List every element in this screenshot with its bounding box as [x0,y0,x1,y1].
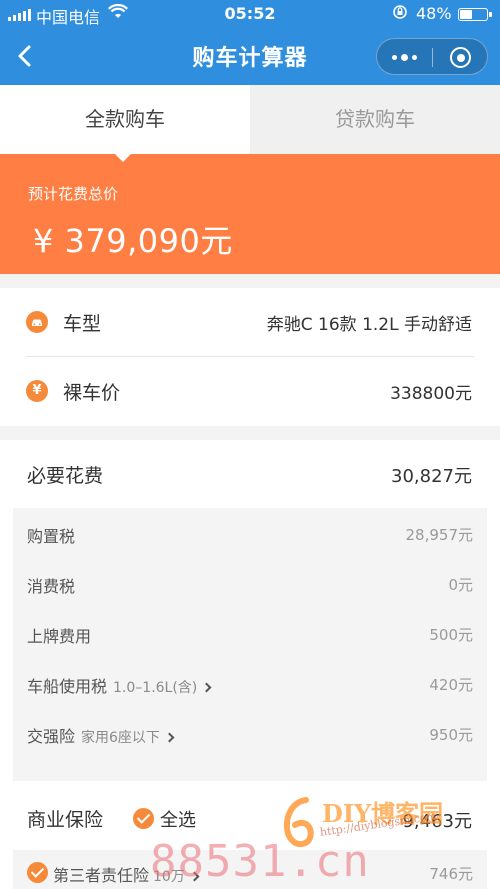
compulsory-insurance-hint: 家用6座以下 [81,730,160,746]
commercial-insurance-value: 9,463元 [402,811,472,832]
compulsory-insurance-label: 交强险 [27,727,76,746]
necessary-costs-value: 30,827元 [391,466,472,487]
third-party-label[interactable]: 第三者责任险 [53,866,149,885]
purchase-tax-label: 购置税 [27,527,76,546]
close-miniprogram-button[interactable] [450,47,471,68]
yen-icon: ¥ [26,380,48,402]
car-model-row[interactable]: 车型 奔驰C 16款 1.2L 手动舒适 [0,288,500,357]
vehicle-tax-hint: 1.0–1.6L(含) [113,680,198,696]
chevron-right-icon [189,871,200,882]
chevron-right-icon [201,682,212,693]
battery-percent: 48% [416,4,452,23]
car-price-row[interactable]: ¥ 裸车价 338800元 [0,357,500,426]
commercial-insurance-list: 第三者责任险 10万 746元 [13,850,487,889]
total-cost-panel: 预计花费总价 ¥ 379,090元 [0,153,500,274]
target-icon [456,53,465,62]
commercial-insurance-header: 商业保险 全选 9,463元 [0,795,500,850]
payment-tabs: 全款购车 贷款购车 [0,85,500,154]
tab-loan-payment[interactable]: 贷款购车 [250,85,500,154]
rotation-lock-icon [392,4,408,24]
compulsory-insurance-row[interactable]: 交强险 家用6座以下 950元 [13,708,487,758]
third-party-value: 746元 [429,865,473,883]
registration-fee-label: 上牌费用 [27,627,92,646]
tab-full-payment[interactable]: 全款购车 [0,85,250,154]
list-item: 购置税 28,957元 [13,508,487,558]
commercial-insurance-label: 商业保险 [27,809,104,831]
select-all-label[interactable]: 全选 [160,806,196,832]
active-tab-caret [114,153,132,162]
chevron-right-icon [164,732,175,743]
vehicle-tax-label: 车船使用税 [27,677,108,696]
list-item: 消费税 0元 [13,558,487,608]
necessary-costs-label: 必要花费 [27,465,104,487]
select-all-checkbox[interactable] [133,808,154,829]
third-party-checkbox[interactable] [27,862,48,883]
battery-icon [458,8,492,21]
registration-fee-value: 500元 [429,626,473,644]
consumption-tax-value: 0元 [448,576,473,594]
total-cost-label: 预计花费总价 [28,185,119,203]
car-price-value: 338800元 [390,384,472,404]
car-price-label: 裸车价 [63,382,121,404]
purchase-tax-value: 28,957元 [405,526,474,544]
necessary-costs-list: 购置税 28,957元 消费税 0元 上牌费用 500元 车船使用税 1.0–1.… [13,508,487,781]
more-dots-icon [392,55,397,60]
compulsory-insurance-value: 950元 [429,726,473,744]
consumption-tax-label: 消费税 [27,577,76,596]
car-model-value: 奔驰C 16款 1.2L 手动舒适 [266,315,472,335]
car-model-label: 车型 [63,313,102,335]
list-item: 上牌费用 500元 [13,608,487,658]
status-bar: 中国电信 05:52 48% [0,0,500,28]
third-party-hint[interactable]: 10万 [153,869,185,885]
car-icon [26,311,48,333]
vehicle-tax-value: 420元 [429,676,473,694]
nav-bar: 购车计算器 [0,28,500,85]
more-button[interactable] [377,39,432,76]
necessary-costs-header: 必要花费 30,827元 [0,440,500,508]
miniprogram-capsule [376,38,488,75]
costs-card: 必要花费 30,827元 购置税 28,957元 消费税 0元 上牌费用 500… [0,440,500,889]
car-info-card: 车型 奔驰C 16款 1.2L 手动舒适 ¥ 裸车价 338800元 [0,288,500,426]
total-cost-value: ¥ 379,090元 [33,222,233,260]
vehicle-tax-row[interactable]: 车船使用税 1.0–1.6L(含) 420元 [13,658,487,708]
